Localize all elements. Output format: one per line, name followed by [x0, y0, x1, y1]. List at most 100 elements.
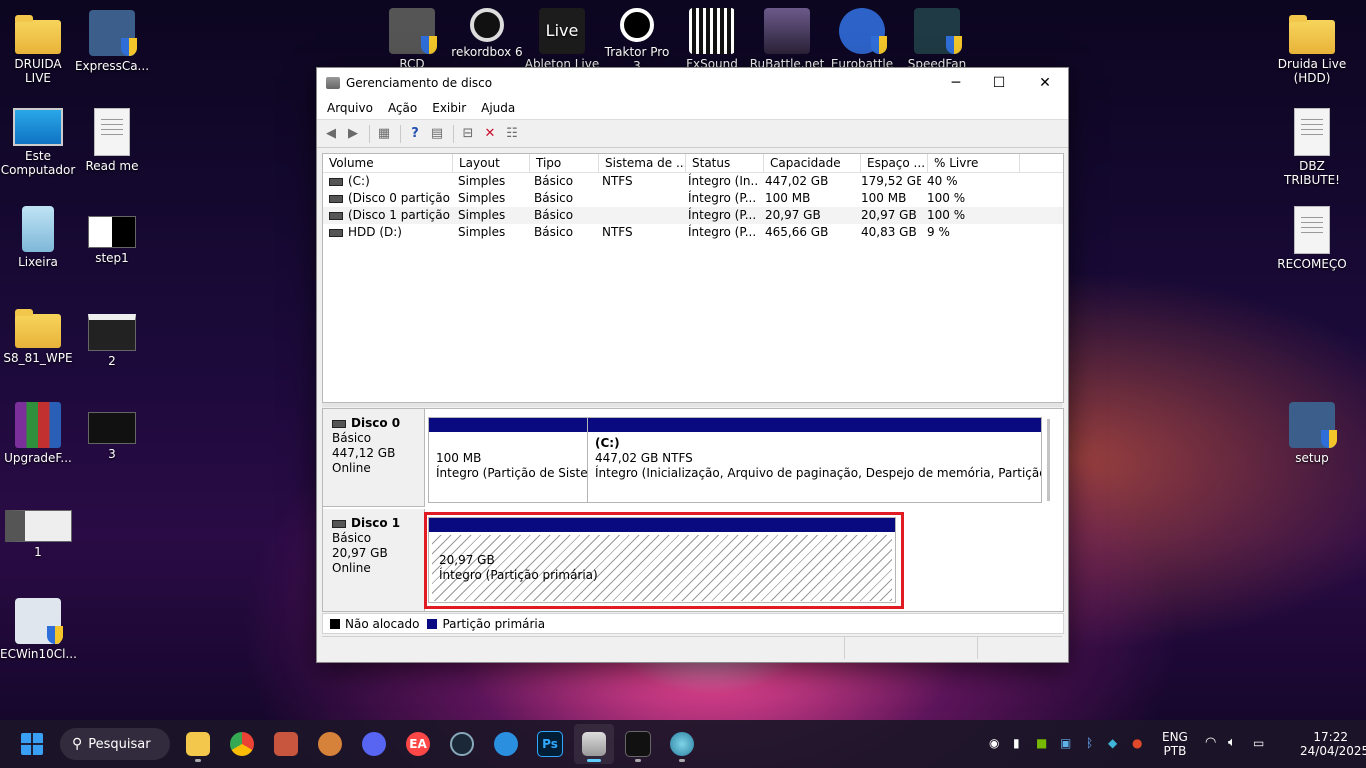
desktop-icon-label: UpgradeF... [4, 451, 72, 465]
menu-acao[interactable]: Ação [383, 101, 422, 115]
tray-network-app-icon[interactable]: ▣ [1060, 736, 1071, 750]
column-tipo[interactable]: Tipo [530, 154, 599, 172]
taskbar-app-1[interactable] [266, 724, 306, 764]
language-bottom: PTB [1163, 744, 1187, 758]
desktop-icon-speedfan[interactable]: SpeedFan [899, 8, 975, 67]
maximize-button[interactable]: ☐ [976, 68, 1022, 97]
cell: 20,97 GB [765, 208, 821, 222]
desktop-icon-s8-81-wpe[interactable]: S8_81_WPE [0, 304, 76, 365]
image-thumbnail-icon [88, 216, 136, 248]
ea-icon: EA [406, 732, 430, 756]
disk-0-label[interactable]: Disco 0 Básico 447,12 GB Online [323, 409, 425, 507]
desktop-icon-upgradef[interactable]: UpgradeF... [0, 402, 76, 465]
desktop-icon-1[interactable]: 1 [0, 500, 76, 559]
menu-arquivo[interactable]: Arquivo [322, 101, 378, 115]
desktop-icon-read-me[interactable]: Read me [74, 108, 150, 173]
desktop-icon-setup[interactable]: setup [1274, 402, 1350, 465]
properties-icon[interactable]: ▤ [427, 124, 447, 144]
column-capacidade[interactable]: Capacidade [764, 154, 861, 172]
tray-bluetooth-icon[interactable]: ᛒ [1086, 736, 1093, 750]
column-sistema[interactable]: Sistema de ... [599, 154, 686, 172]
taskbar-file-explorer[interactable] [178, 724, 218, 764]
desktop-icon-label: step1 [95, 251, 129, 265]
desktop-icon-2[interactable]: 2 [74, 304, 150, 368]
console-tree-icon[interactable]: ▦ [374, 124, 394, 144]
desktop-icon-traktor[interactable]: Traktor Pro 3 [599, 8, 675, 67]
table-row[interactable]: (Disco 1 partição 1) Simples Básico Ínte… [323, 207, 1063, 224]
taskbar-app-2[interactable] [310, 724, 350, 764]
taskbar-discord[interactable] [354, 724, 394, 764]
table-row[interactable]: (C:) Simples Básico NTFS Íntegro (In... … [323, 173, 1063, 190]
minimize-button[interactable]: ─ [933, 68, 979, 97]
volume-name: (C:) [348, 174, 370, 188]
taskbar: ⚲ Pesquisar EA Ps ◉ ▮ ■ ▣ ᛒ ◆ ● ENG PTB … [0, 720, 1366, 768]
close-button[interactable]: ✕ [1022, 68, 1068, 97]
cell: 20,97 GB [861, 208, 917, 222]
desktop-icon-ableton[interactable]: Live Ableton Live [524, 8, 600, 67]
start-button[interactable] [12, 724, 52, 764]
language-indicator[interactable]: ENG PTB [1162, 730, 1188, 758]
disk-1-label[interactable]: Disco 1 Básico 20,97 GB Online [323, 509, 425, 611]
connect-drive-icon[interactable]: ⊟ [458, 124, 478, 144]
desktop-icon-rekordbox[interactable]: rekordbox 6 [449, 8, 525, 67]
desktop-icon-fxsound[interactable]: FxSound [674, 8, 750, 67]
cell: Básico [534, 208, 574, 222]
desktop-icon-lixeira[interactable]: Lixeira [0, 206, 76, 269]
desktop-icon-este-computador[interactable]: Este Computador [0, 108, 76, 177]
desktop-icon-3[interactable]: 3 [74, 402, 150, 461]
column-status[interactable]: Status [686, 154, 764, 172]
battery-icon[interactable]: ▭ [1253, 736, 1264, 750]
pane-splitter[interactable] [322, 403, 1062, 407]
desktop-icon-label: ExpressCa... [74, 59, 150, 73]
volume-icon[interactable]: 🔈︎ [1228, 735, 1236, 750]
menu-exibir[interactable]: Exibir [427, 101, 471, 115]
taskbar-chrome[interactable] [222, 724, 262, 764]
clock[interactable]: 17:22 24/04/2025 [1300, 730, 1366, 758]
column-livre[interactable]: % Livre [928, 154, 1020, 172]
desktop-icon-expressca[interactable]: ExpressCa... [74, 10, 150, 73]
tray-app-icon[interactable]: ◆ [1108, 736, 1117, 750]
desktop-icon-druida-live[interactable]: DRUIDA LIVE [0, 10, 76, 85]
taskbar-ea[interactable]: EA [398, 724, 438, 764]
desktop-icon-recomeco[interactable]: RECOMEÇO [1274, 206, 1350, 271]
back-arrow-icon[interactable]: ◀ [321, 124, 341, 144]
tray-audio-meter-icon[interactable]: ▮ [1013, 736, 1020, 750]
desktop-icon-eurobattle[interactable]: Eurobattle [824, 8, 900, 67]
taskbar-app-3[interactable] [486, 724, 526, 764]
disk-icon [332, 519, 346, 528]
desktop-icon-druida-live-hdd[interactable]: Druida Live (HDD) [1274, 10, 1350, 85]
menu-ajuda[interactable]: Ajuda [476, 101, 520, 115]
search-button[interactable]: ⚲ Pesquisar [60, 728, 170, 760]
column-espaco[interactable]: Espaço ... [861, 154, 928, 172]
desktop-icon-dbz-tribute[interactable]: DBZ TRIBUTE! [1274, 108, 1350, 187]
help-icon[interactable]: ? [405, 124, 425, 144]
partition-system-reserved[interactable]: 100 MB Íntegro (Partição de Sistema [428, 417, 588, 503]
checklist-icon[interactable]: ☷ [502, 124, 522, 144]
tray-nvidia-icon[interactable]: ■ [1036, 736, 1047, 750]
tray-discord-icon[interactable]: ◉ [989, 736, 999, 750]
title-bar[interactable]: Gerenciamento de disco ─ ☐ ✕ [317, 68, 1068, 97]
taskbar-terminal[interactable] [618, 724, 658, 764]
desktop-icon-rubattle[interactable]: RuBattle.net [749, 8, 825, 67]
table-row[interactable]: (Disco 0 partição 1) Simples Básico Ínte… [323, 190, 1063, 207]
taskbar-app-4[interactable] [662, 724, 702, 764]
table-row[interactable]: HDD (D:) Simples Básico NTFS Íntegro (P.… [323, 224, 1063, 241]
installer-icon [1289, 402, 1337, 448]
desktop-icon-rcd[interactable]: RCD [374, 8, 450, 67]
tray-app-icon-2[interactable]: ● [1132, 736, 1142, 750]
cell: Básico [534, 191, 574, 205]
forward-arrow-icon[interactable]: ▶ [343, 124, 363, 144]
volume-name: HDD (D:) [348, 225, 402, 239]
vertical-scrollbar[interactable] [1047, 419, 1050, 501]
taskbar-steam[interactable] [442, 724, 482, 764]
column-layout[interactable]: Layout [453, 154, 530, 172]
desktop-icon-ecwin10cl[interactable]: ECWin10Cl... [0, 598, 77, 661]
delete-icon[interactable]: ✕ [480, 124, 500, 144]
partition-c-drive[interactable]: (C:) 447,02 GB NTFS Íntegro (Inicializaç… [587, 417, 1042, 503]
taskbar-photoshop[interactable]: Ps [530, 724, 570, 764]
disk-management-icon [326, 76, 340, 89]
wifi-icon[interactable]: ◠ [1205, 735, 1216, 750]
desktop-icon-step1[interactable]: step1 [74, 206, 150, 265]
taskbar-disk-management[interactable] [574, 724, 614, 764]
column-volume[interactable]: Volume [323, 154, 453, 172]
